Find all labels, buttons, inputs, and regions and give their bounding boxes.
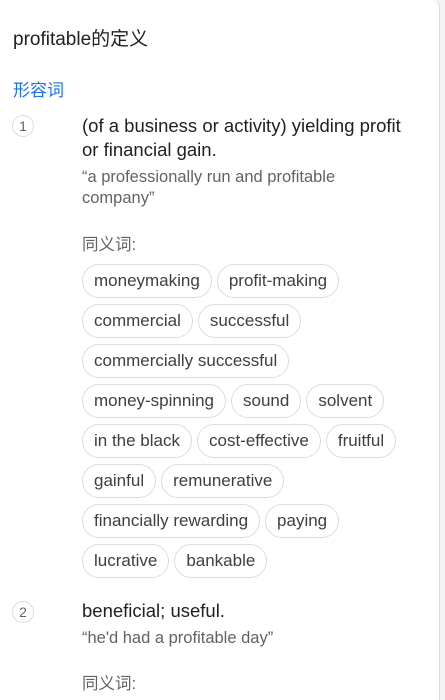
- part-of-speech[interactable]: 形容词: [13, 76, 64, 101]
- synonym-chip-row: commercially successful: [82, 344, 427, 378]
- synonym-chip[interactable]: moneymaking: [82, 264, 212, 298]
- synonym-chip-list: moneymaking profit-making commercial succes…: [82, 264, 427, 584]
- synonym-chip[interactable]: bankable: [174, 544, 268, 578]
- sense-number: 2: [12, 601, 34, 623]
- synonym-chip[interactable]: money-spinning: [82, 384, 227, 418]
- synonym-chip[interactable]: commercially successful: [82, 344, 290, 378]
- synonym-chip[interactable]: gainful: [82, 464, 157, 498]
- synonym-chip[interactable]: solvent: [306, 384, 385, 418]
- synonym-chip-row: money-spinning sound solvent: [82, 384, 427, 418]
- sense-definition: (of a business or activity) yielding pro…: [82, 115, 401, 160]
- synonym-chip[interactable]: in the black: [82, 424, 192, 458]
- sense-example: “he'd had a profitable day”: [82, 629, 274, 647]
- synonym-chip[interactable]: commercial: [82, 304, 193, 338]
- synonym-chip-row: financially rewarding paying: [82, 504, 427, 538]
- synonym-chip-row: in the black cost-effective fruitful: [82, 424, 427, 458]
- synonym-chip-row: gainful remunerative: [82, 464, 427, 498]
- synonym-chip-row: moneymaking profit-making: [82, 264, 427, 298]
- synonym-chip-row: commercial successful: [82, 304, 427, 338]
- synonym-chip[interactable]: lucrative: [82, 544, 170, 578]
- sense-definition: beneficial; useful.: [82, 600, 225, 621]
- synonym-chip[interactable]: successful: [197, 304, 302, 338]
- definition-card: profitable的定义 形容词 1 (of a business or ac…: [0, 0, 440, 700]
- card-title: profitable的定义: [13, 29, 149, 50]
- synonym-chip[interactable]: sound: [231, 384, 302, 418]
- synonyms-label: 同义词:: [82, 236, 137, 254]
- sense-number: 1: [12, 115, 34, 137]
- synonym-chip[interactable]: profit-making: [216, 264, 340, 298]
- synonym-chip[interactable]: remunerative: [161, 464, 285, 498]
- sense-example: “a professionally run and profitable com…: [82, 168, 336, 207]
- synonym-chip[interactable]: fruitful: [325, 424, 397, 458]
- synonyms-label: 同义词:: [82, 675, 137, 693]
- synonym-chip-row: lucrative bankable: [82, 544, 427, 578]
- synonym-chip[interactable]: paying: [265, 504, 340, 538]
- synonym-chip[interactable]: cost-effective: [197, 424, 321, 458]
- synonym-chip[interactable]: financially rewarding: [82, 504, 261, 538]
